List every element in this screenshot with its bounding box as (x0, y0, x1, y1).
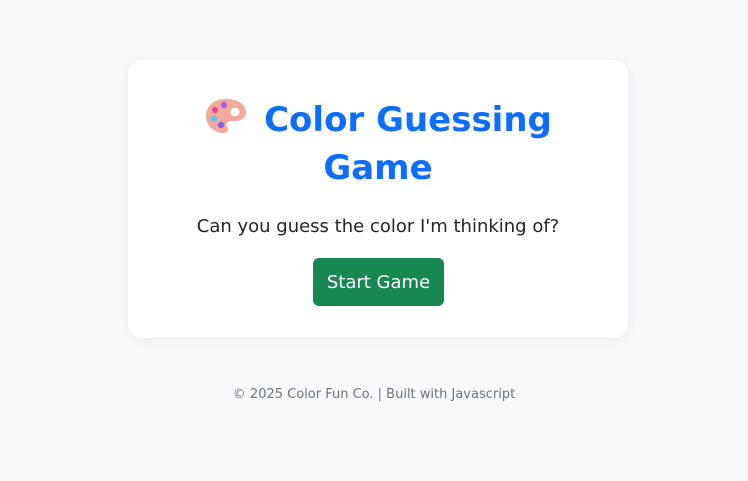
game-prompt: Can you guess the color I'm thinking of? (196, 216, 560, 237)
page-title: Color Guessing Game (128, 96, 628, 192)
footer-text: © 2025 Color Fun Co. | Built with Javasc… (232, 387, 516, 402)
game-card: Color Guessing Game Can you guess the co… (128, 60, 628, 338)
start-game-button[interactable]: Start Game (313, 258, 444, 306)
palette-icon (204, 96, 248, 136)
title-line-2: Game (323, 148, 433, 188)
title-text-1: Color Guessing (264, 100, 552, 140)
title-line-1: Color Guessing (128, 96, 628, 144)
